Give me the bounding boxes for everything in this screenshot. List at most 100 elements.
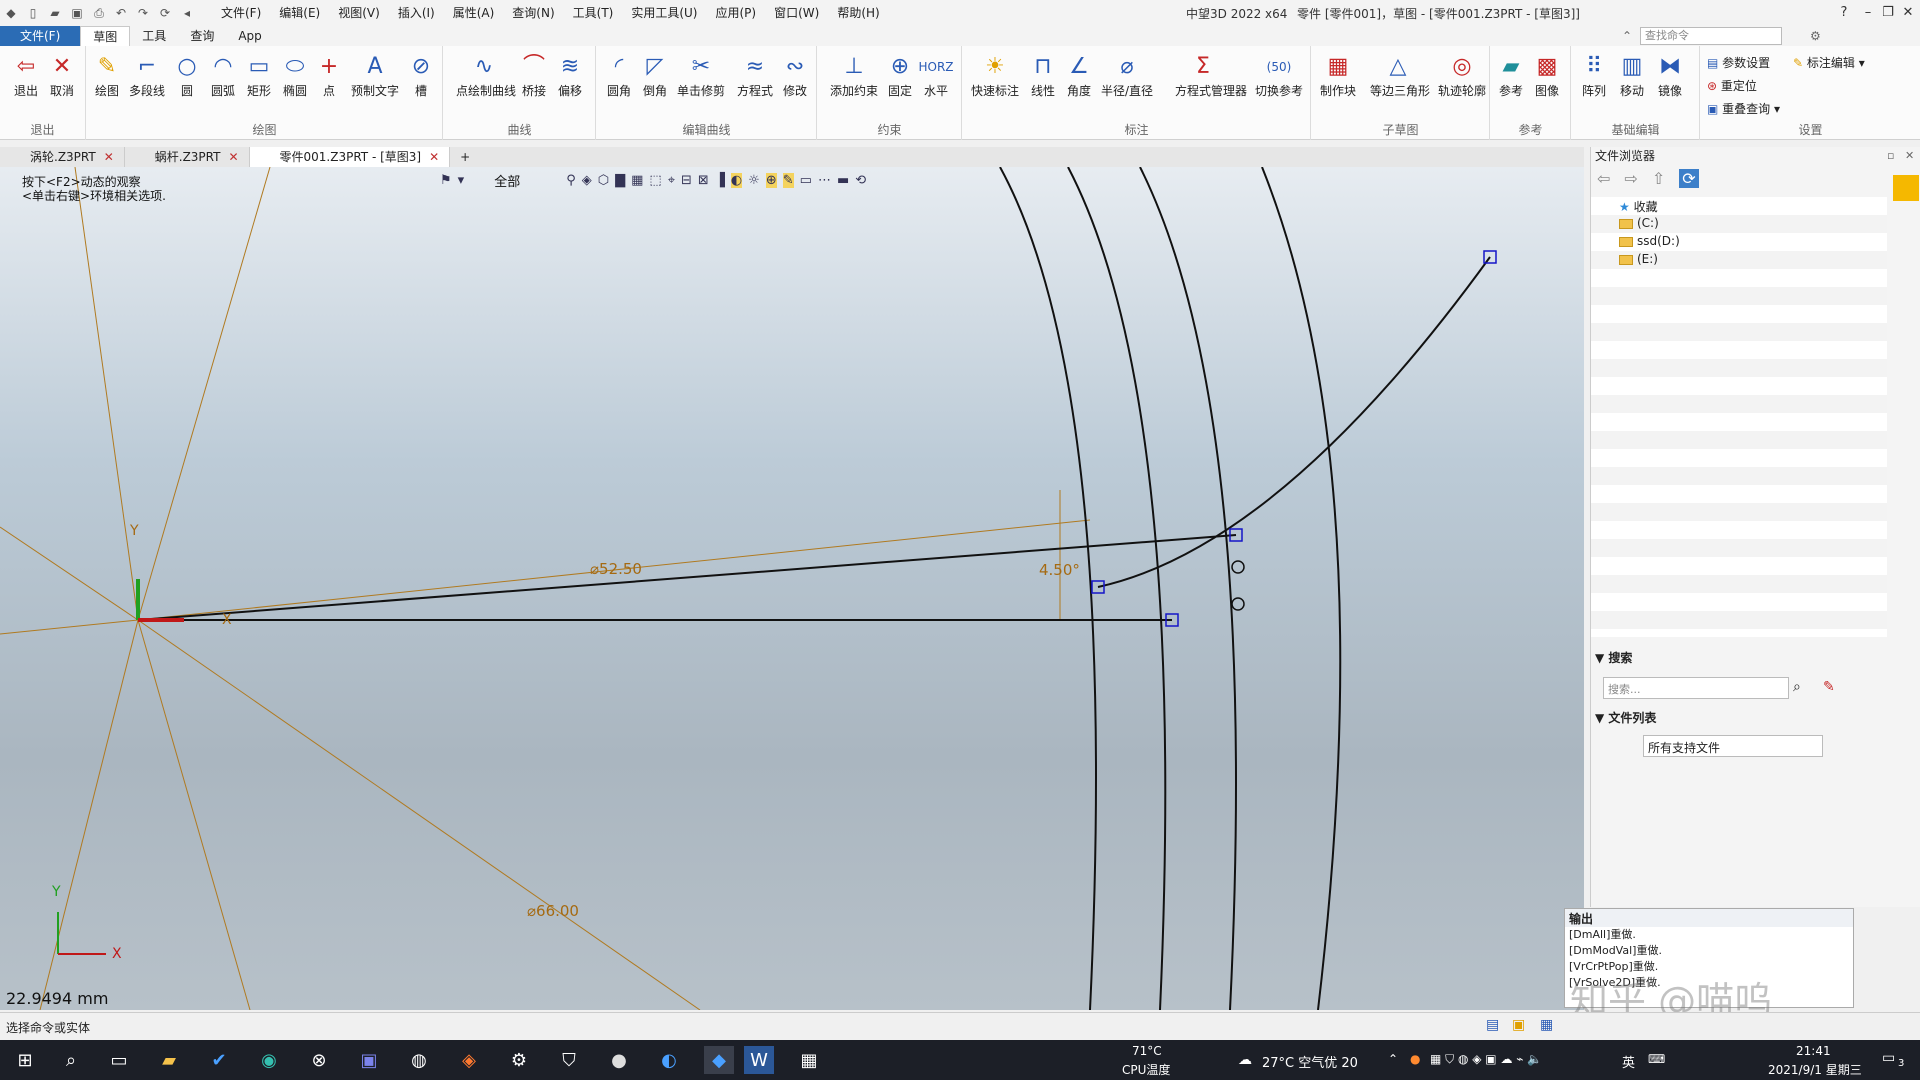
param-settings-button[interactable]: ▤ 参数设置 — [1707, 54, 1770, 71]
close-button[interactable]: ✕ — [1896, 2, 1920, 24]
ime-indicator[interactable]: 英 — [1622, 1052, 1635, 1071]
doc-tab-part001[interactable]: 零件001.Z3PRT - [草图3] ✕ — [249, 147, 451, 167]
highlight-icon[interactable]: ◐ — [730, 173, 743, 188]
new-tab-button[interactable]: + — [450, 147, 480, 167]
relocate-button[interactable]: ⊛ 重定位 — [1707, 77, 1757, 94]
open-folder-icon[interactable]: ▰ — [44, 3, 66, 23]
panel-close-icon[interactable]: ✕ — [1905, 149, 1914, 162]
shade-icon[interactable]: ◈ — [582, 173, 592, 188]
snap-icon[interactable]: ⌖ — [668, 173, 675, 188]
filter-icon[interactable]: ▾ — [458, 173, 465, 188]
offset-button[interactable]: ≋ 偏移 — [550, 52, 590, 99]
menu-file[interactable]: 文件(F) — [212, 0, 270, 26]
close-tab-icon[interactable]: ✕ — [104, 150, 114, 164]
settings-gear-icon[interactable]: ⚙ — [1810, 29, 1821, 43]
menu-help[interactable]: 帮助(H) — [828, 0, 888, 26]
menu-utilities[interactable]: 实用工具(U) — [622, 0, 706, 26]
dimension-angle[interactable]: 4.50° — [1039, 561, 1080, 579]
settings-icon[interactable]: ⚙ — [504, 1046, 534, 1074]
app-circle-icon[interactable]: ● — [604, 1046, 634, 1074]
search-icon[interactable]: ⌕ — [1793, 679, 1801, 695]
point-button[interactable]: + 点 — [309, 52, 349, 99]
tree-item-d[interactable]: ssd(D:) — [1619, 234, 1680, 248]
word-icon[interactable]: W — [744, 1046, 774, 1074]
cancel-button[interactable]: ✕ 取消 — [42, 52, 82, 99]
clock-date[interactable]: 2021/9/1 星期三 — [1768, 1061, 1862, 1078]
tray-app-icon[interactable]: ● — [1410, 1052, 1420, 1066]
steam-icon[interactable]: ◍ — [404, 1046, 434, 1074]
collapse-ribbon-icon[interactable]: ⌃ — [1622, 29, 1632, 43]
toggle-reference-button[interactable]: (50) 切换参考 — [1255, 52, 1303, 99]
trim-button[interactable]: ✂ 单击修剪 — [677, 52, 725, 99]
equation-manager-button[interactable]: Σ 方程式管理器 — [1175, 52, 1247, 99]
dimension-diameter-52[interactable]: ⌀52.50 — [590, 560, 642, 578]
xbox-icon[interactable]: ⊗ — [304, 1046, 334, 1074]
align-icon[interactable]: ⊟ — [681, 173, 692, 188]
notification-icon[interactable]: ▭ — [1882, 1050, 1895, 1066]
clock-time[interactable]: 21:41 — [1796, 1044, 1831, 1058]
doc-tab-worm[interactable]: 蜗杆.Z3PRT ✕ — [125, 147, 250, 167]
tab-file[interactable]: 文件(F) — [0, 26, 81, 46]
render-mode-icon[interactable]: ▇ — [615, 173, 625, 188]
triangle-button[interactable]: △ 等边三角形 — [1370, 52, 1430, 99]
view-pick-icon[interactable]: ⚲ — [566, 173, 576, 188]
preset-text-button[interactable]: A 预制文字 — [351, 52, 399, 99]
menu-apps[interactable]: 应用(P) — [707, 0, 766, 26]
menu-edit[interactable]: 编辑(E) — [270, 0, 329, 26]
keyboard-icon[interactable]: ⌨ — [1648, 1052, 1665, 1066]
folder-side-icon[interactable] — [1893, 175, 1919, 201]
tab-query[interactable]: 查询 — [178, 26, 226, 46]
fit-view-icon[interactable]: ⬚ — [649, 173, 661, 188]
menu-window[interactable]: 窗口(W) — [765, 0, 828, 26]
start-icon[interactable]: ⊞ — [10, 1046, 40, 1074]
pen-icon[interactable]: ✎ — [782, 173, 794, 188]
tab-sketch[interactable]: 草图 — [80, 26, 131, 46]
file-explorer-icon[interactable]: ▰ — [154, 1046, 184, 1074]
radius-dim-button[interactable]: ⌀ 半径/直径 — [1101, 52, 1153, 99]
edge-icon[interactable]: ◉ — [254, 1046, 284, 1074]
refresh-icon[interactable]: ⟳ — [154, 3, 176, 23]
grid-icon[interactable]: ▦ — [631, 173, 643, 188]
orbit-icon[interactable]: ⟲ — [855, 173, 866, 188]
trajectory-button[interactable]: ◎ 轨迹轮廓 — [1438, 52, 1486, 99]
menu-query[interactable]: 查询(N) — [503, 0, 563, 26]
weather-icon[interactable]: ☁ — [1238, 1052, 1252, 1068]
dotted-box-icon[interactable]: ⋯ — [818, 173, 831, 188]
calculator-icon[interactable]: ▦ — [794, 1046, 824, 1074]
color-icon[interactable]: ▐ — [715, 173, 725, 188]
display-icon[interactable]: ▭ — [800, 173, 812, 188]
pick-icon[interactable]: ⚑ — [440, 173, 452, 188]
zw3d-taskbar-icon[interactable]: ◆ — [704, 1046, 734, 1074]
close-tab-icon[interactable]: ✕ — [429, 150, 439, 164]
new-file-icon[interactable]: ▯ — [22, 3, 44, 23]
browser-icon[interactable]: ◈ — [454, 1046, 484, 1074]
display-mode-icon[interactable]: ▣ — [1512, 1017, 1525, 1033]
close-tab-icon[interactable]: ✕ — [228, 150, 238, 164]
dim-edit-button[interactable]: ✎ 标注编辑 ▾ — [1793, 54, 1865, 71]
clear-search-icon[interactable]: ✎ — [1823, 679, 1835, 695]
angle-dim-button[interactable]: ∠ 角度 — [1059, 52, 1099, 99]
line-weight-icon[interactable]: ▬ — [837, 173, 849, 188]
menu-insert[interactable]: 插入(I) — [389, 0, 444, 26]
tree-item-favorites[interactable]: ★ 收藏 — [1619, 198, 1658, 215]
command-search-input[interactable]: 查找命令 — [1640, 27, 1782, 45]
refresh-icon[interactable]: ⟳ — [1679, 169, 1699, 188]
print-icon[interactable]: ⎙ — [88, 3, 110, 23]
point-curve-button[interactable]: ∿ 点绘制曲线 — [456, 52, 516, 99]
tree-item-c[interactable]: (C:) — [1619, 216, 1659, 230]
quick-dim-button[interactable]: ☀ 快速标注 — [971, 52, 1019, 99]
light-icon[interactable]: ☼ — [748, 173, 760, 188]
weather-text[interactable]: 27°C 空气优 20 — [1262, 1052, 1358, 1071]
search-icon[interactable]: ⌕ — [56, 1046, 86, 1074]
layout-icon[interactable]: ▤ — [1486, 1017, 1499, 1033]
up-arrow-icon[interactable]: ⇧ — [1652, 169, 1665, 188]
menu-attribute[interactable]: 属性(A) — [444, 0, 504, 26]
add-constraint-button[interactable]: ⊥ 添加约束 — [830, 52, 878, 99]
tab-app[interactable]: App — [226, 26, 273, 46]
menu-tools[interactable]: 工具(T) — [564, 0, 623, 26]
slot-button[interactable]: ⊘ 槽 — [401, 52, 441, 99]
app-logo-icon[interactable]: ◆ — [0, 3, 22, 23]
tree-item-e[interactable]: (E:) — [1619, 252, 1658, 266]
dimension-diameter-66[interactable]: ⌀66.00 — [527, 902, 579, 920]
tray-icons[interactable]: ▦ ⛉ ◍ ◈ ▣ ☁ ⌁ 🔈 — [1430, 1052, 1542, 1067]
